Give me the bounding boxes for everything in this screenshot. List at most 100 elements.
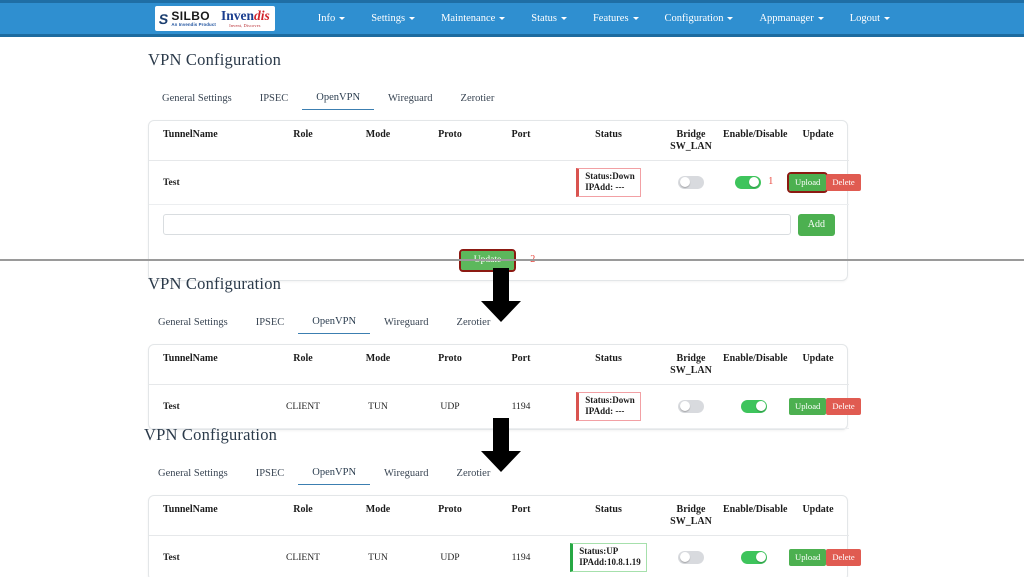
tab-zerotier[interactable]: Zerotier: [443, 313, 505, 334]
nav-item-label: Status: [531, 13, 557, 24]
vpn-tunnel-card: TunnelName Role Mode Proto Port Status B…: [148, 344, 861, 430]
th-update: Update: [787, 496, 849, 536]
status-state-text: Status:Down: [585, 395, 635, 405]
toggle-knob: [679, 177, 690, 188]
delete-button[interactable]: Delete: [826, 397, 861, 415]
nav-item-label: Maintenance: [441, 13, 496, 24]
page-title: VPN Configuration: [148, 274, 282, 293]
nav-item-maintenance[interactable]: Maintenance: [428, 13, 518, 24]
add-button[interactable]: Add: [797, 213, 835, 236]
th-role: Role: [264, 496, 342, 536]
delete-button[interactable]: Delete: [826, 548, 861, 566]
tab-openvpn[interactable]: OpenVPN: [302, 88, 375, 110]
upload-button[interactable]: Upload: [786, 172, 829, 193]
bridge-sw-lan-toggle[interactable]: [678, 399, 704, 413]
th-tunnel-name: TunnelName: [149, 345, 264, 385]
vpn-tunnel-card: TunnelName Role Mode Proto Port Status B…: [148, 120, 861, 281]
vpn-tunnel-table: TunnelName Role Mode Proto Port Status B…: [149, 496, 861, 577]
cell-tunnel-name: Test: [149, 160, 264, 205]
cell-role: CLIENT: [264, 535, 342, 577]
th-bridge-sw-lan: Bridge SW_LAN: [661, 345, 721, 385]
cell-tunnel-name: Test: [149, 384, 264, 429]
th-proto: Proto: [414, 121, 486, 161]
tab-ipsec[interactable]: IPSEC: [242, 464, 299, 485]
table-row: Test Status:Down IPAdd: --- 1 Upload Del…: [149, 160, 861, 205]
nav-item-appmanager[interactable]: Appmanager: [746, 13, 836, 24]
th-proto: Proto: [414, 496, 486, 536]
cell-mode: TUN: [342, 535, 414, 577]
nav-item-label: Appmanager: [759, 13, 814, 24]
bridge-sw-lan-toggle[interactable]: [678, 175, 704, 189]
th-update: Update: [787, 121, 849, 161]
delete-button[interactable]: Delete: [826, 173, 861, 191]
nav-item-status[interactable]: Status: [518, 13, 580, 24]
tab-ipsec[interactable]: IPSEC: [242, 313, 299, 334]
th-bridge-line2: SW_LAN: [670, 364, 712, 376]
cell-status: Status:Down IPAdd: ---: [556, 160, 661, 205]
status-state-text: Status:Down: [585, 171, 635, 181]
tab-openvpn[interactable]: OpenVPN: [298, 463, 371, 485]
cell-status: Status:UP IPAdd:10.8.1.19: [556, 535, 661, 577]
bridge-sw-lan-toggle[interactable]: [678, 550, 704, 564]
vpn-tunnel-card: TunnelName Role Mode Proto Port Status B…: [148, 495, 861, 577]
cell-role: CLIENT: [264, 384, 342, 429]
cell-enable-toggle: [721, 535, 787, 577]
invendis-wordmark-part1: Inven: [220, 7, 254, 23]
chevron-down-icon: [884, 17, 891, 20]
cell-enable-toggle: [721, 384, 787, 429]
chevron-down-icon: [339, 17, 346, 20]
chevron-down-icon: [727, 17, 734, 20]
enable-disable-toggle[interactable]: [734, 175, 761, 189]
chevron-down-icon: [560, 17, 567, 20]
panel-step-1: VPN Configuration General Settings IPSEC…: [0, 50, 1024, 281]
th-enable-disable: Enable/Disable: [721, 496, 787, 536]
section-divider: [0, 259, 1024, 261]
nav-item-configuration[interactable]: Configuration: [652, 13, 747, 24]
tunnel-name-input[interactable]: [163, 214, 791, 235]
cell-mode: [342, 160, 414, 205]
brand-logo[interactable]: S SILBO An Invendis Product Invendis Inv…: [155, 6, 275, 31]
tab-general-settings[interactable]: General Settings: [148, 89, 246, 110]
tab-zerotier[interactable]: Zerotier: [443, 464, 505, 485]
tab-general-settings[interactable]: General Settings: [144, 313, 242, 334]
nav-item-label: Configuration: [664, 13, 724, 24]
status-badge: Status:UP IPAdd:10.8.1.19: [570, 543, 647, 572]
cell-proto: UDP: [414, 384, 486, 429]
upload-button[interactable]: Upload: [789, 397, 827, 415]
tab-wireguard[interactable]: Wireguard: [374, 89, 446, 110]
th-bridge-sw-lan: Bridge SW_LAN: [661, 121, 721, 161]
nav-menu: Info Settings Maintenance Status Feature…: [305, 13, 903, 24]
th-status: Status: [556, 496, 661, 536]
cell-update-actions: Upload Delete: [787, 535, 861, 577]
enable-disable-toggle[interactable]: [741, 550, 767, 564]
status-badge: Status:Down IPAdd: ---: [576, 168, 641, 197]
invendis-wordmark-part2: dis: [253, 7, 270, 23]
nav-item-settings[interactable]: Settings: [358, 13, 428, 24]
nav-item-info[interactable]: Info: [305, 13, 359, 24]
annotation-marker-1: 1: [768, 176, 774, 188]
nav-item-logout[interactable]: Logout: [837, 13, 903, 24]
th-mode: Mode: [342, 496, 414, 536]
tab-openvpn[interactable]: OpenVPN: [298, 312, 371, 334]
table-row: Test CLIENT TUN UDP 1194 Status:UP IPAdd…: [149, 535, 861, 577]
th-bridge-line1: Bridge: [676, 129, 706, 140]
cell-bridge-toggle: [661, 384, 721, 429]
enable-disable-toggle[interactable]: [741, 399, 767, 413]
tab-general-settings[interactable]: General Settings: [144, 464, 242, 485]
tab-ipsec[interactable]: IPSEC: [246, 89, 303, 110]
cell-update-actions: Upload Delete: [786, 160, 861, 205]
tab-wireguard[interactable]: Wireguard: [370, 464, 442, 485]
th-role: Role: [264, 121, 342, 161]
th-port: Port: [486, 496, 556, 536]
tab-zerotier[interactable]: Zerotier: [447, 89, 509, 110]
chevron-down-icon: [632, 17, 639, 20]
top-navbar: S SILBO An Invendis Product Invendis Inv…: [0, 0, 1024, 37]
page-title: VPN Configuration: [148, 50, 282, 69]
upload-button[interactable]: Upload: [789, 548, 827, 566]
nav-item-features[interactable]: Features: [580, 13, 652, 24]
th-status: Status: [556, 121, 661, 161]
page-root: S SILBO An Invendis Product Invendis Inv…: [0, 0, 1024, 577]
th-mode: Mode: [342, 121, 414, 161]
tab-wireguard[interactable]: Wireguard: [370, 313, 442, 334]
th-bridge-line1: Bridge: [676, 504, 706, 515]
